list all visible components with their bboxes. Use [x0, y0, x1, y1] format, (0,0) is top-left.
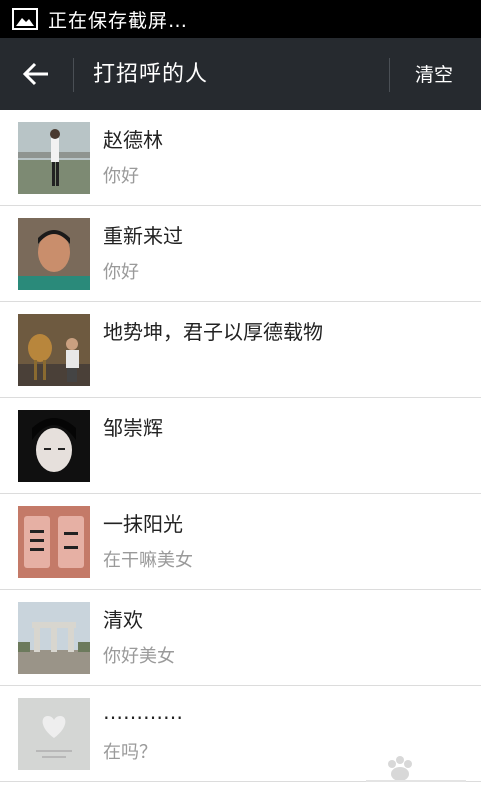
- header-divider: [73, 58, 74, 92]
- message-preview: 你好: [103, 262, 139, 283]
- list-item[interactable]: 地势坤，君子以厚德载物: [0, 302, 481, 398]
- header-divider: [389, 58, 390, 92]
- contact-name: 一抹阳光: [103, 512, 183, 536]
- message-preview: 你好: [103, 166, 139, 187]
- message-preview: 在干嘛美女: [103, 550, 193, 571]
- title-bar: 打招呼的人 清空: [0, 38, 481, 110]
- contact-name: …………: [103, 700, 183, 724]
- avatar: [18, 602, 90, 674]
- list-item[interactable]: 清欢 你好美女: [0, 590, 481, 686]
- greeting-list: 赵德林 你好 重新来过 你好 地势坤，君子以厚德载物 邹崇辉 一抹阳光 在干嘛美…: [0, 110, 481, 782]
- back-arrow-icon: [22, 62, 48, 86]
- message-preview: 你好美女: [103, 646, 175, 667]
- contact-name: 邹崇辉: [103, 416, 163, 440]
- list-item[interactable]: 重新来过 你好: [0, 206, 481, 302]
- watermark-logo: [364, 752, 474, 792]
- back-button[interactable]: [14, 54, 58, 94]
- contact-name: 清欢: [103, 608, 143, 632]
- status-text: 正在保存截屏…: [48, 9, 189, 32]
- avatar: [18, 218, 90, 290]
- avatar: [18, 506, 90, 578]
- list-item[interactable]: 邹崇辉: [0, 398, 481, 494]
- clear-button[interactable]: 清空: [415, 60, 453, 87]
- avatar: [18, 698, 90, 770]
- avatar: [18, 410, 90, 482]
- image-icon: [12, 8, 38, 30]
- contact-name: 地势坤，君子以厚德载物: [103, 320, 323, 344]
- status-bar: 正在保存截屏…: [0, 0, 481, 38]
- page-title: 打招呼的人: [93, 62, 209, 87]
- contact-name: 赵德林: [103, 128, 163, 152]
- avatar: [18, 122, 90, 194]
- contact-name: 重新来过: [103, 224, 183, 248]
- avatar: [18, 314, 90, 386]
- message-preview: 在吗？: [103, 742, 157, 763]
- list-item[interactable]: 赵德林 你好: [0, 110, 481, 206]
- list-item[interactable]: 一抹阳光 在干嘛美女: [0, 494, 481, 590]
